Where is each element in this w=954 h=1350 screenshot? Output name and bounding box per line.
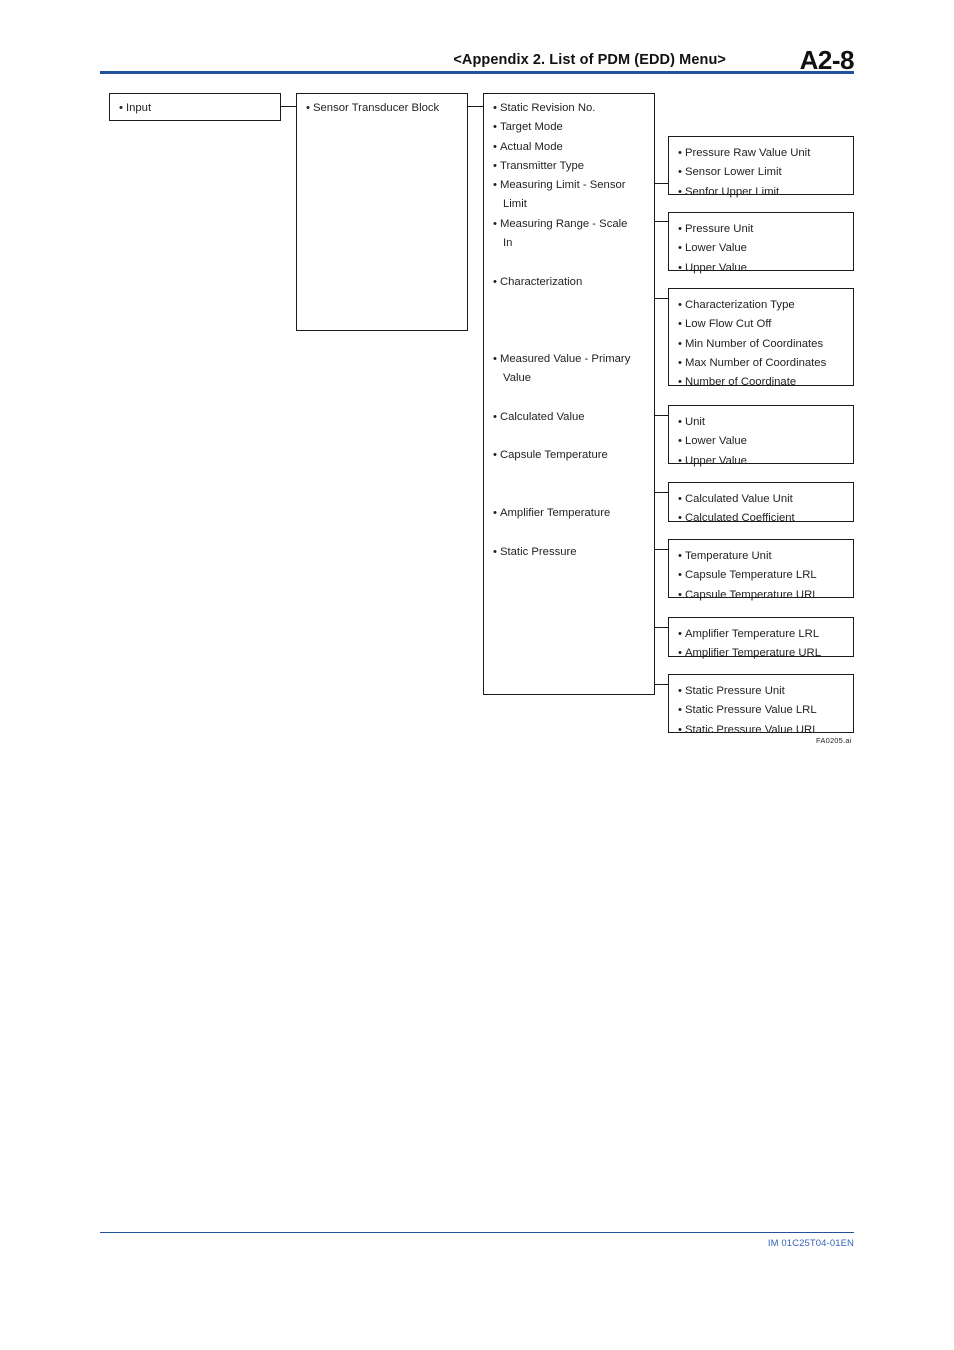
- param-measured-value-cont: Value: [503, 372, 532, 385]
- detail-low-flow-cut-off: • Low Flow Cut Off: [678, 318, 772, 331]
- param-measuring-range: • Measuring Range - Scale: [493, 217, 628, 230]
- detail-amplifier-temperature-lrl: • Amplifier Temperature LRL: [678, 628, 820, 640]
- detail-capsule-temperature-lrl: • Capsule Temperature LRL: [678, 569, 817, 582]
- connector-stub-characterization: [655, 298, 669, 299]
- pdm-menu-tree-diagram: • Input • Sensor Transducer Block • Static …: [0, 0, 954, 780]
- detail-pressure-unit: • Pressure Unit: [678, 223, 754, 235]
- node-scale-in: • Pressure Unit • Lower Value • Upper Value: [668, 212, 854, 274]
- param-capsule-temperature: • Capsule Temperature: [493, 449, 608, 462]
- connector-stub-calculated-value: [655, 492, 669, 493]
- document-code: IM 01C25T04-01EN: [767, 1238, 854, 1249]
- param-amplifier-temperature: • Amplifier Temperature: [493, 507, 611, 520]
- detail-lower-value: • Lower Value: [678, 242, 747, 255]
- connector-stub-static-pressure: [655, 684, 669, 685]
- figure-label: FA0205.ai: [816, 736, 852, 745]
- node-input-label: • Input: [119, 102, 152, 114]
- detail-calculated-value-unit: • Calculated Value Unit: [678, 493, 793, 505]
- connector-input-to-block: [281, 106, 296, 107]
- detail-characterization-type: • Characterization Type: [678, 299, 795, 311]
- detail-static-pressure-value-lrl: • Static Pressure Value LRL: [678, 704, 817, 717]
- connector-stub-sensor-limits: [655, 183, 669, 184]
- connector-stub-scale-in: [655, 221, 669, 222]
- detail-capsule-temperature-url: • Capsule Temperature URL: [678, 588, 819, 601]
- connector-stub-amplifier-temperature: [655, 627, 669, 628]
- detail-number-of-coordinate: • Number of Coordinate: [678, 376, 797, 389]
- detail-primary-lower-value: • Lower Value: [678, 435, 747, 448]
- param-transmitter-type: • Transmitter Type: [493, 159, 585, 172]
- detail-temperature-unit: • Temperature Unit: [678, 550, 772, 562]
- node-sensor-transducer-block: • Sensor Transducer Block: [296, 93, 468, 331]
- detail-amplifier-temperature-url: • Amplifier Temperature URL: [678, 647, 821, 660]
- footer-divider: [100, 1232, 854, 1233]
- detail-calculated-coefficient: • Calculated Coefficient: [678, 512, 795, 525]
- connector-stub-primary-value: [655, 415, 669, 416]
- detail-unit: • Unit: [678, 416, 706, 428]
- node-primary-value: • Unit • Lower Value • Upper Value: [668, 405, 854, 467]
- param-characterization: • Characterization: [493, 275, 583, 288]
- node-sensor-transducer-block-label: • Sensor Transducer Block: [306, 102, 440, 114]
- node-characterization: • Characterization Type • Low Flow Cut Off…: [668, 288, 854, 388]
- detail-pressure-raw-value-unit: • Pressure Raw Value Unit: [678, 147, 811, 159]
- detail-static-pressure-unit: • Static Pressure Unit: [678, 685, 785, 697]
- detail-upper-value: • Upper Value: [678, 261, 747, 274]
- node-static-pressure: • Static Pressure Unit • Static Pressure V…: [668, 674, 854, 736]
- detail-sensor-lower-limit: • Sensor Lower Limit: [678, 166, 782, 179]
- node-input: • Input: [109, 93, 281, 121]
- node-sensor-limits: • Pressure Raw Value Unit • Sensor Lower L…: [668, 136, 854, 198]
- param-measuring-limit-cont: Limit: [503, 198, 527, 211]
- node-parameter-list: • Static Revision No. • Target Mode • Actua…: [483, 93, 655, 695]
- node-capsule-temperature: • Temperature Unit • Capsule Temperature L…: [668, 539, 854, 601]
- detail-min-number-of-coordinates: • Min Number of Coordinates: [678, 337, 824, 350]
- detail-max-number-of-coordinates: • Max Number of Coordinates: [678, 356, 827, 369]
- param-static-revision-no: • Static Revision No.: [493, 102, 596, 114]
- param-actual-mode: • Actual Mode: [493, 140, 563, 153]
- node-calculated-value: • Calculated Value Unit • Calculated Coeff…: [668, 482, 854, 524]
- param-static-pressure: • Static Pressure: [493, 545, 577, 558]
- node-amplifier-temperature: • Amplifier Temperature LRL • Amplifier Te…: [668, 617, 854, 659]
- param-measured-value: • Measured Value - Primary: [493, 352, 631, 365]
- param-target-mode: • Target Mode: [493, 121, 563, 134]
- param-calculated-value: • Calculated Value: [493, 410, 585, 423]
- connector-block-to-params: [468, 106, 483, 107]
- param-measuring-limit: • Measuring Limit - Sensor: [493, 179, 626, 192]
- connector-stub-capsule-temperature: [655, 549, 669, 550]
- param-measuring-range-cont: In: [503, 237, 513, 250]
- detail-senfor-upper-limit: • Senfor Upper Limit: [678, 185, 780, 198]
- detail-primary-upper-value: • Upper Value: [678, 454, 747, 467]
